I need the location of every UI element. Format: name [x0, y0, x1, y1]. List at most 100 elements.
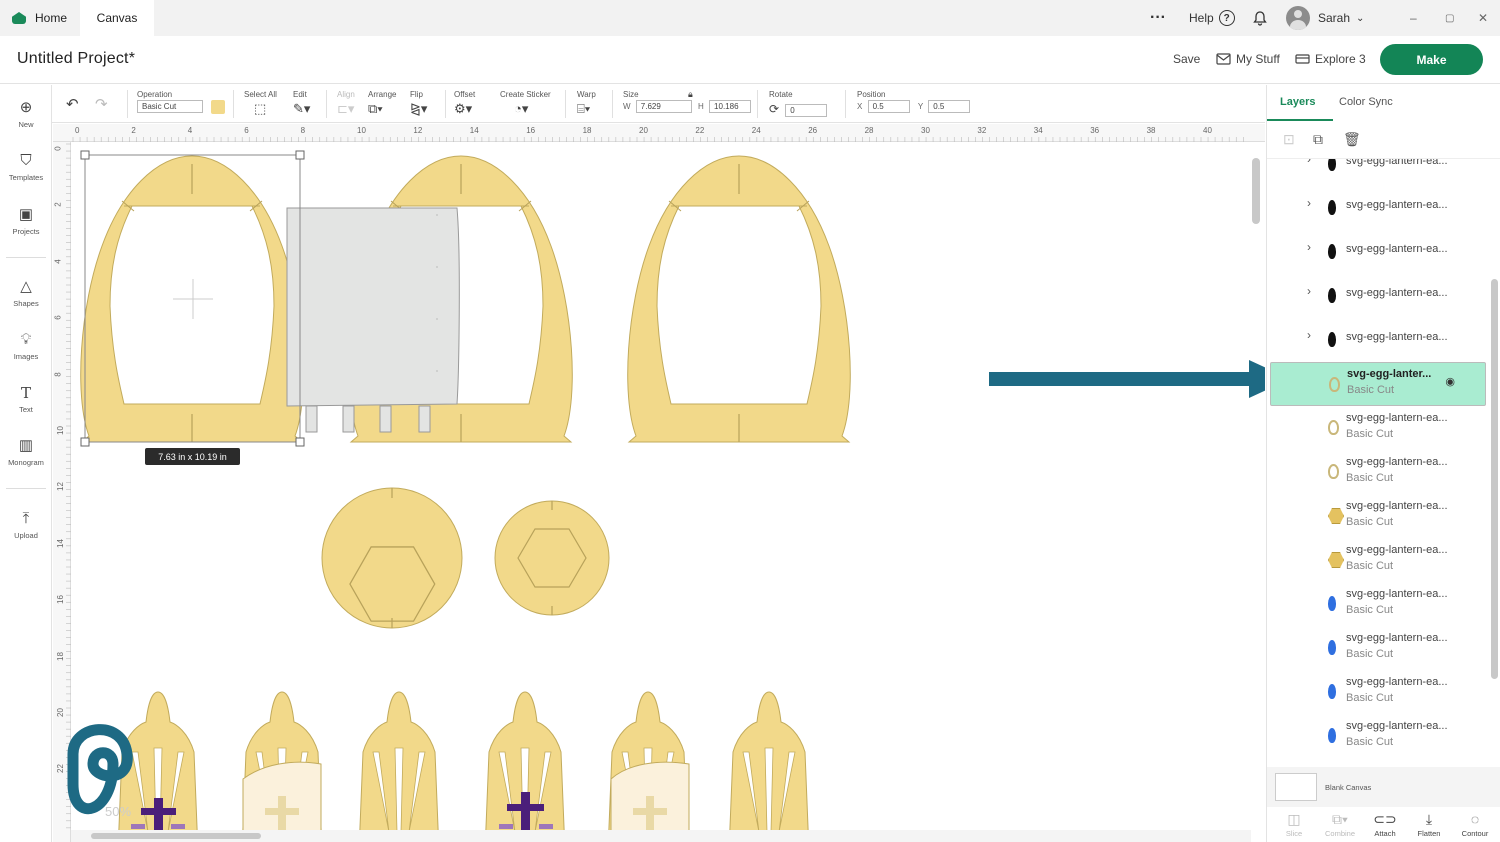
flip-group[interactable]: Flip ⧎▾	[410, 90, 427, 118]
layer-row[interactable]: svg-egg-lantern-ea... Basic Cut	[1270, 450, 1486, 494]
minimize-button[interactable]: –	[1410, 0, 1417, 36]
color-swatch[interactable]	[211, 100, 226, 114]
project-title[interactable]: Untitled Project*	[17, 50, 135, 68]
flip-icon: ⧎▾	[410, 101, 428, 116]
tab-home[interactable]: Home	[0, 0, 78, 36]
select-all-group[interactable]: Select All ⬚	[244, 90, 277, 118]
chevron-right-icon[interactable]: ›	[1307, 284, 1311, 298]
layer-row[interactable]: svg-egg-lantern-ea... Basic Cut	[1270, 670, 1486, 714]
warp-group[interactable]: Warp ⌸▾	[577, 90, 596, 118]
layer-row[interactable]: › svg-egg-lantern-ea...	[1270, 159, 1486, 186]
layer-operation: Basic Cut	[1346, 648, 1394, 660]
layer-thumbnail	[1328, 684, 1336, 699]
canvas-horizontal-scrollbar[interactable]	[71, 830, 1251, 842]
sidebar-item-images[interactable]: 💡︎ Images	[0, 331, 52, 361]
annotation-arrow	[989, 360, 1265, 398]
tab-canvas[interactable]: Canvas	[80, 0, 154, 36]
layer-row[interactable]: › svg-egg-lantern-ea...	[1270, 230, 1486, 274]
design-canvas[interactable]: 0 2 4 6 8 10 12 14 16 18 20 22 24 26 28 30 32 34 36 38 40 02…	[53, 124, 1265, 842]
position-y-label: Y	[917, 102, 924, 111]
divider	[757, 90, 758, 118]
right-panel: Layers Color Sync ⊡ ⧉ 🗑︎ › svg-egg-lanter…	[1266, 85, 1500, 842]
sidebar-item-new[interactable]: ⊕ New	[0, 99, 52, 129]
layer-operation: Basic Cut	[1346, 516, 1394, 528]
divider	[6, 257, 46, 258]
rotate-icon: ⟳	[769, 102, 780, 116]
chevron-right-icon[interactable]: ›	[1307, 196, 1311, 210]
combine-button[interactable]: ⧉▾ Combine	[1318, 811, 1362, 838]
make-button[interactable]: Make	[1380, 44, 1483, 75]
arrange-group[interactable]: Arrange ⧉▾	[368, 90, 396, 118]
position-x-input[interactable]: 0.5	[867, 100, 910, 113]
rotate-input[interactable]: 0	[785, 104, 828, 117]
chevron-right-icon[interactable]: ›	[1307, 328, 1311, 342]
layers-scrollbar[interactable]	[1489, 159, 1499, 767]
slice-label: Slice	[1285, 829, 1303, 838]
sidebar-item-text[interactable]: T Text	[0, 384, 52, 414]
restore-button[interactable]: ▢	[1445, 0, 1454, 36]
help-button[interactable]: Help ?	[1189, 0, 1235, 36]
operation-select[interactable]: Basic Cut	[137, 100, 203, 114]
divider	[233, 90, 234, 118]
home-icon	[12, 12, 26, 24]
chevron-right-icon[interactable]: ›	[1307, 240, 1311, 254]
canvas-vertical-scrollbar[interactable]	[1250, 142, 1262, 842]
flatten-button[interactable]: ⤓ Flatten	[1407, 811, 1451, 838]
edit-group[interactable]: Edit ✎▾	[293, 90, 310, 118]
sidebar-item-monogram[interactable]: ▥ Monogram	[0, 437, 52, 467]
close-button[interactable]: ✕	[1478, 0, 1488, 36]
layer-thumbnail	[1329, 377, 1340, 392]
selection-size-tooltip: 7.63 in x 10.19 in	[145, 448, 240, 465]
redo-icon[interactable]: ↷	[95, 95, 108, 113]
layer-thumbnail	[1328, 464, 1339, 479]
layer-name: svg-egg-lantern-ea...	[1346, 456, 1448, 468]
notifications-bell-icon[interactable]	[1252, 0, 1268, 36]
more-options-icon[interactable]: ···	[1150, 0, 1166, 36]
layer-row[interactable]: › svg-egg-lantern-ea...	[1270, 318, 1486, 362]
sidebar-item-projects[interactable]: ▣ Projects	[0, 206, 52, 236]
visibility-eye-icon[interactable]: ◉	[1445, 377, 1455, 388]
layer-row[interactable]: svg-egg-lantern-ea... Basic Cut	[1270, 406, 1486, 450]
layer-row[interactable]: › svg-egg-lantern-ea...	[1270, 274, 1486, 318]
layer-row[interactable]: svg-egg-lantern-ea... Basic Cut	[1270, 538, 1486, 582]
blank-canvas-row[interactable]: Blank Canvas	[1267, 767, 1500, 807]
sidebar-item-shapes[interactable]: △ Shapes	[0, 278, 52, 308]
user-menu[interactable]: Sarah ⌄	[1286, 0, 1364, 36]
save-button[interactable]: Save	[1173, 52, 1200, 66]
my-stuff-label: My Stuff	[1236, 52, 1280, 66]
lightbulb-icon: 💡︎	[20, 331, 32, 348]
height-input[interactable]: 10.186	[709, 100, 752, 113]
layer-row-selected[interactable]: svg-egg-lanter... Basic Cut ◉	[1270, 362, 1486, 406]
layer-row[interactable]: svg-egg-lantern-ea... Basic Cut	[1270, 626, 1486, 670]
duplicate-icon[interactable]: ⧉	[1313, 131, 1323, 148]
width-input[interactable]: 7.629	[635, 100, 692, 113]
trash-icon[interactable]: 🗑︎	[1343, 131, 1361, 148]
my-stuff-button[interactable]: My Stuff	[1216, 52, 1280, 66]
slice-button[interactable]: ◫ Slice	[1272, 811, 1316, 838]
undo-icon[interactable]: ↶	[66, 95, 79, 113]
shirt-icon: ⛉	[20, 152, 32, 169]
attach-button[interactable]: ⊂⊃ Attach	[1363, 811, 1407, 838]
layer-row[interactable]: svg-egg-lantern-ea... Basic Cut	[1270, 582, 1486, 626]
sidebar-item-templates[interactable]: ⛉ Templates	[0, 152, 52, 182]
offset-icon: ⚙▾	[454, 101, 473, 116]
layer-row[interactable]: svg-egg-lantern-ea	[1270, 758, 1486, 767]
contour-button[interactable]: ◌ Contour	[1453, 811, 1497, 838]
align-group[interactable]: Align ⊏▾	[337, 90, 355, 118]
monogram-icon: ▥	[18, 437, 34, 454]
create-sticker-group[interactable]: Create Sticker ◔▾	[500, 90, 551, 118]
chevron-right-icon[interactable]: ›	[1307, 159, 1311, 166]
group-icon[interactable]: ⊡	[1283, 131, 1295, 148]
layer-name: svg-egg-lantern-ea...	[1346, 544, 1448, 556]
layer-row[interactable]: › svg-egg-lantern-ea...	[1270, 186, 1486, 230]
machine-button[interactable]: Explore 3	[1295, 52, 1366, 66]
tab-layers[interactable]: Layers	[1280, 96, 1315, 108]
layer-row[interactable]: svg-egg-lantern-ea... Basic Cut	[1270, 714, 1486, 758]
sidebar-item-upload[interactable]: ⤒ Upload	[0, 510, 52, 540]
offset-group[interactable]: Offset ⚙▾	[454, 90, 475, 118]
lock-icon[interactable]: 🔒︎	[688, 89, 693, 100]
sidebar-item-label: Upload	[14, 531, 38, 540]
layer-row[interactable]: svg-egg-lantern-ea... Basic Cut	[1270, 494, 1486, 538]
position-y-input[interactable]: 0.5	[928, 100, 971, 113]
tab-color-sync[interactable]: Color Sync	[1339, 96, 1393, 108]
